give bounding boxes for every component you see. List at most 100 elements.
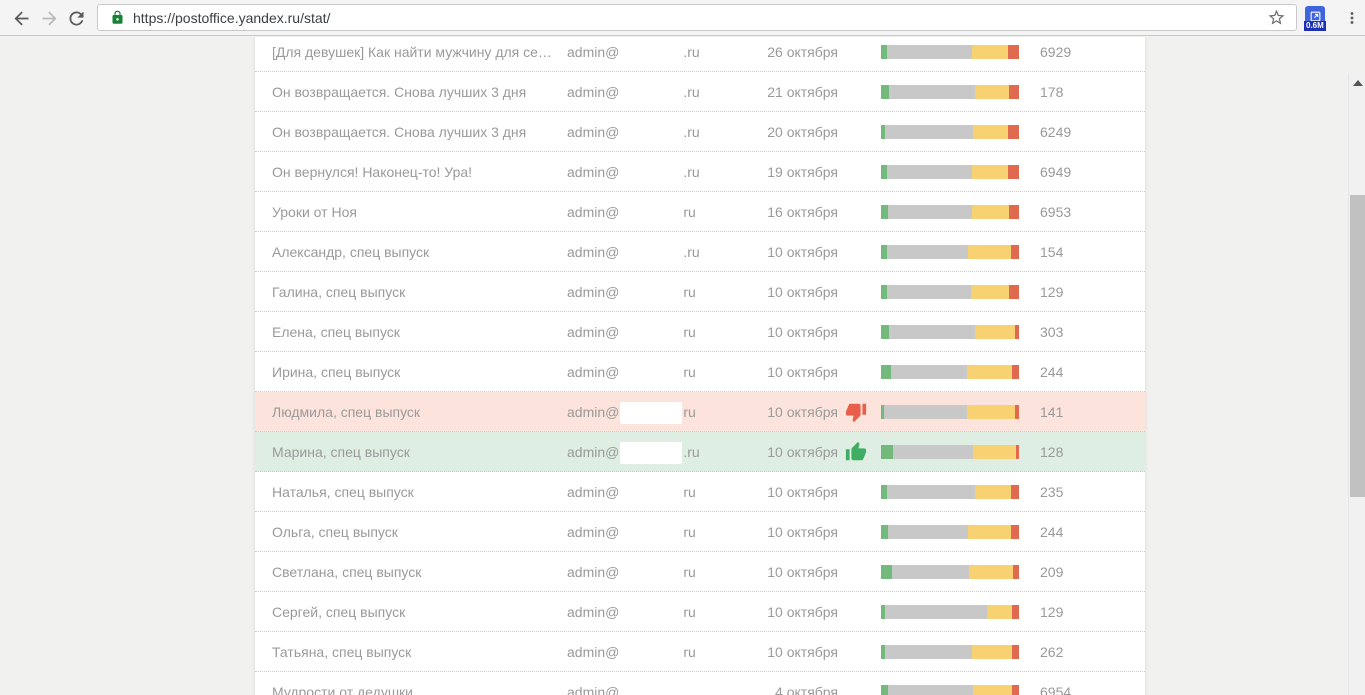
date-cell: 10 октября [705,392,838,432]
email-tld: .ru [683,84,699,100]
delivery-stats-bar[interactable] [881,685,1019,695]
table-row[interactable]: Уроки от Нояadmin@ru16 октября6953 [255,192,1145,232]
recipient-count-cell: 141 [1040,392,1130,432]
subject-cell[interactable]: Светлана, спец выпуск [272,552,552,592]
delivery-stats-bar[interactable] [881,365,1019,379]
subject-cell[interactable]: Татьяна, спец выпуск [272,632,552,672]
browser-menu-button[interactable] [1339,5,1365,31]
email-user: admin@ [567,284,619,300]
table-row[interactable]: Сергей, спец выпускadmin@ru10 октября129 [255,592,1145,632]
thumb-up-icon[interactable] [845,432,875,472]
url-text[interactable]: https://postoffice.yandex.ru/stat/ [133,10,1267,26]
delivery-stats-bar[interactable] [881,165,1019,179]
bookmark-star-icon[interactable] [1267,8,1286,27]
bar-segment-gray [887,485,975,499]
redacted-domain-box [620,82,682,104]
email-tld: .ru [683,124,699,140]
email-tld: .ru [683,164,699,180]
delivery-stats-bar[interactable] [881,325,1019,339]
page-scrollbar[interactable] [1348,74,1365,695]
bar-segment-gray [888,685,974,695]
bar-segment-green [881,445,893,459]
table-row[interactable]: Татьяна, спец выпускadmin@ru10 октября26… [255,632,1145,672]
redacted-domain-box [620,482,682,504]
date-cell: 10 октября [705,512,838,552]
forward-arrow-icon [39,8,60,29]
delivery-stats-bar[interactable] [881,45,1019,59]
recipient-count-cell: 235 [1040,472,1130,512]
table-row[interactable]: Елена, спец выпускadmin@ru10 октября303 [255,312,1145,352]
subject-cell[interactable]: Александр, спец выпуск [272,232,552,272]
subject-cell[interactable]: Он возвращается. Снова лучших 3 дня [272,112,552,152]
table-row[interactable]: Он возвращается. Снова лучших 3 дняadmin… [255,112,1145,152]
delivery-stats-bar[interactable] [881,445,1019,459]
bar-segment-red [1009,285,1019,299]
table-row[interactable]: Он вернулся! Наконец-то! Ура!admin@.ru19… [255,152,1145,192]
email-user: admin@ [567,684,619,695]
subject-cell[interactable]: Сергей, спец выпуск [272,592,552,632]
bar-segment-red [1008,45,1019,59]
subject-cell[interactable]: Галина, спец выпуск [272,272,552,312]
delivery-stats-bar[interactable] [881,405,1019,419]
secure-lock-icon[interactable] [110,10,125,25]
recipient-count-cell: 129 [1040,592,1130,632]
delivery-stats-bar[interactable] [881,605,1019,619]
subject-cell[interactable]: Наталья, спец выпуск [272,472,552,512]
date-cell: 10 октября [705,472,838,512]
table-row[interactable]: Марина, спец выпускadmin@.ru10 октября12… [255,432,1145,472]
recipient-count-cell: 6929 [1040,37,1130,72]
refresh-button[interactable] [63,5,89,31]
table-row[interactable]: Наталья, спец выпускadmin@ru10 октября23… [255,472,1145,512]
subject-cell[interactable]: Ольга, спец выпуск [272,512,552,552]
subject-cell[interactable]: Марина, спец выпуск [272,432,552,472]
delivery-stats-bar[interactable] [881,645,1019,659]
table-row[interactable]: Ирина, спец выпускadmin@ru10 октября244 [255,352,1145,392]
bar-segment-yellow [967,365,1013,379]
delivery-stats-bar[interactable] [881,125,1019,139]
thumb-down-icon[interactable] [845,392,875,432]
scrollbar-thumb[interactable] [1350,195,1365,497]
bar-segment-yellow [972,205,1009,219]
delivery-stats-bar[interactable] [881,205,1019,219]
delivery-stats-bar[interactable] [881,245,1019,259]
table-row[interactable]: Светлана, спец выпускadmin@ru10 октября2… [255,552,1145,592]
sender-email-cell: admin@ru [567,192,717,232]
bar-segment-gray [885,125,973,139]
bar-segment-gray [887,245,968,259]
subject-cell[interactable]: Он вернулся! Наконец-то! Ура! [272,152,552,192]
email-tld: ru [683,364,695,380]
back-button[interactable] [8,5,34,31]
bar-segment-yellow [975,485,1011,499]
table-row[interactable]: Галина, спец выпускadmin@ru10 октября129 [255,272,1145,312]
table-row[interactable]: Мудрости от дедушкиadmin@4 октября6954 [255,672,1145,695]
subject-cell[interactable]: Он возвращается. Снова лучших 3 дня [272,72,552,112]
subject-cell[interactable]: Уроки от Ноя [272,192,552,232]
sender-email-cell: admin@ru [567,352,717,392]
table-row[interactable]: Александр, спец выпускadmin@.ru10 октябр… [255,232,1145,272]
delivery-stats-bar[interactable] [881,285,1019,299]
email-user: admin@ [567,84,619,100]
extension-button[interactable]: 0.6M [1304,6,1328,32]
subject-cell[interactable]: [Для девушек] Как найти мужчину для сер.… [272,37,552,72]
delivery-stats-bar[interactable] [881,85,1019,99]
subject-cell[interactable]: Людмила, спец выпуск [272,392,552,432]
recipient-count-cell: 128 [1040,432,1130,472]
table-row[interactable]: Он возвращается. Снова лучших 3 дня admin… [255,72,1145,112]
scroll-up-arrow-icon[interactable] [1353,80,1363,86]
forward-button[interactable] [36,5,62,31]
subject-cell[interactable]: Ирина, спец выпуск [272,352,552,392]
email-user: admin@ [567,164,619,180]
delivery-stats-bar[interactable] [881,565,1019,579]
table-row[interactable]: Ольга, спец выпускadmin@ru10 октября244 [255,512,1145,552]
bar-segment-yellow [968,245,1011,259]
delivery-stats-bar[interactable] [881,525,1019,539]
table-row[interactable]: [Для девушек] Как найти мужчину для сер.… [255,37,1145,72]
email-user: admin@ [567,484,619,500]
bar-segment-yellow [969,565,1013,579]
bar-segment-green [881,685,888,695]
delivery-stats-bar[interactable] [881,485,1019,499]
subject-cell[interactable]: Елена, спец выпуск [272,312,552,352]
address-bar[interactable]: https://postoffice.yandex.ru/stat/ [97,4,1297,31]
subject-cell[interactable]: Мудрости от дедушки [272,672,552,695]
table-row[interactable]: Людмила, спец выпускadmin@ru10 октября14… [255,392,1145,432]
